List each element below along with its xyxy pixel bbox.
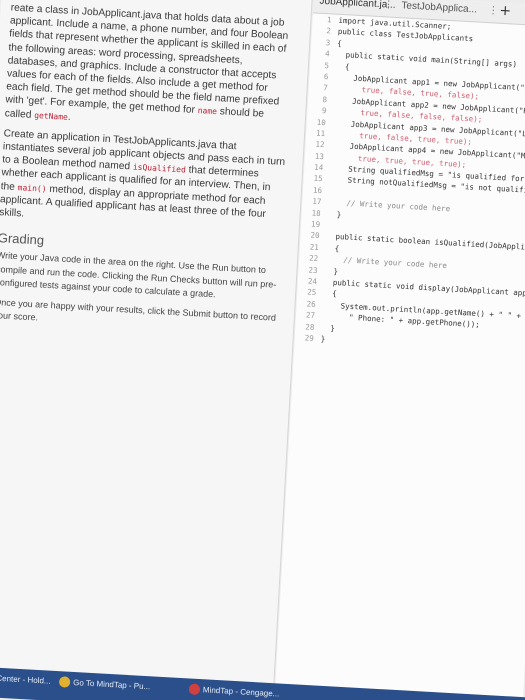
code-area[interactable]: import java.util.Scanner; public class T… <box>320 16 525 359</box>
tab-menu-icon-2[interactable]: ⋮ <box>488 5 499 17</box>
rotated-content: structions reate a class in JobApplicant… <box>0 0 525 700</box>
tab-testjobapplicants[interactable]: TestJobApplica... <box>401 0 477 15</box>
add-file-icon[interactable]: + <box>499 3 512 20</box>
p1-text: reate a class in JobApplicant.java that … <box>5 2 289 117</box>
code-getname: getName <box>33 110 69 122</box>
code-name: name <box>197 106 218 117</box>
instructions-paragraph-1: reate a class in JobApplicant.java that … <box>4 2 289 123</box>
instructions-paragraph-2: Create an application in TestJobApplican… <box>0 127 289 235</box>
code-main: main() <box>17 182 47 194</box>
taskbar-item-inbox[interactable]: Inbox - HelpCenter - Hold... <box>0 671 51 685</box>
instructions-body: reate a class in JobApplicant.java that … <box>0 1 296 345</box>
browser-icon[interactable] <box>58 676 71 688</box>
line-number: 29 <box>304 333 314 343</box>
instructions-panel: structions reate a class in JobApplicant… <box>0 0 314 700</box>
screenshot-stage: structions reate a class in JobApplicant… <box>0 0 525 700</box>
taskbar-item-mindtap-go[interactable]: Go To MindTap - Pu... <box>73 678 151 691</box>
code-isqualified: isQualified <box>132 162 187 175</box>
tab-menu-icon[interactable]: ⋮ <box>383 0 394 11</box>
browser-icon-2[interactable] <box>188 683 201 696</box>
code-editor[interactable]: JobApplicant.ja... ⋮ TestJobApplica... ⋮… <box>273 0 525 700</box>
taskbar-item-mindtap[interactable]: MindTap - Cengage... <box>203 685 280 698</box>
